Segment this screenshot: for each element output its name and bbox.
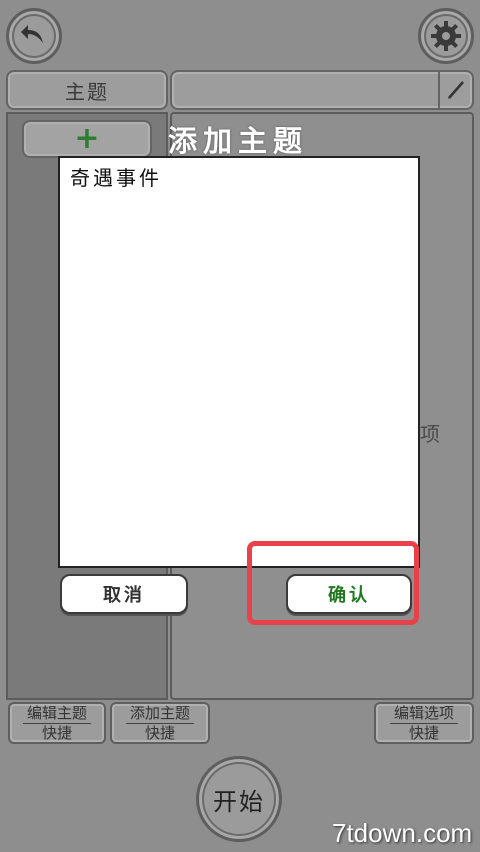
gear-icon: [431, 21, 461, 51]
settings-button[interactable]: [418, 8, 474, 64]
tab-theme-label: 主题: [65, 79, 109, 104]
start-label: 开始: [213, 787, 265, 816]
edit-option-sub: 快捷: [408, 723, 439, 742]
add-theme-sub: 快捷: [144, 723, 175, 742]
tab-theme[interactable]: 主题: [6, 70, 168, 110]
confirm-highlight-box: [247, 541, 419, 625]
theme-input-value: 奇遇事件: [70, 166, 162, 190]
start-button[interactable]: 开始: [196, 756, 282, 842]
cancel-label: 取消: [103, 585, 145, 606]
edit-theme-label: 编辑主题: [22, 704, 91, 724]
add-theme-shortcut-button[interactable]: 添加主题 快捷: [110, 702, 210, 744]
cancel-button[interactable]: 取消: [60, 574, 188, 614]
dialog-title: 添加主题: [168, 124, 309, 158]
back-arrow-icon: [21, 25, 43, 43]
edit-pen-button[interactable]: [438, 72, 472, 108]
option-header-bar: [170, 70, 474, 110]
add-theme-button[interactable]: +: [22, 120, 152, 158]
add-theme-label: 添加主题: [125, 704, 194, 724]
option-hint-text: 项: [420, 422, 440, 446]
back-button[interactable]: [6, 8, 62, 64]
edit-theme-shortcut-button[interactable]: 编辑主题 快捷: [8, 702, 106, 744]
watermark-text: 7tdown.com: [332, 818, 473, 848]
edit-option-label: 编辑选项: [389, 704, 458, 724]
pen-icon: [448, 81, 464, 99]
theme-input-textarea[interactable]: 奇遇事件: [58, 156, 420, 568]
edit-theme-sub: 快捷: [41, 723, 72, 742]
plus-icon: +: [74, 121, 100, 156]
edit-option-shortcut-button[interactable]: 编辑选项 快捷: [374, 702, 474, 744]
